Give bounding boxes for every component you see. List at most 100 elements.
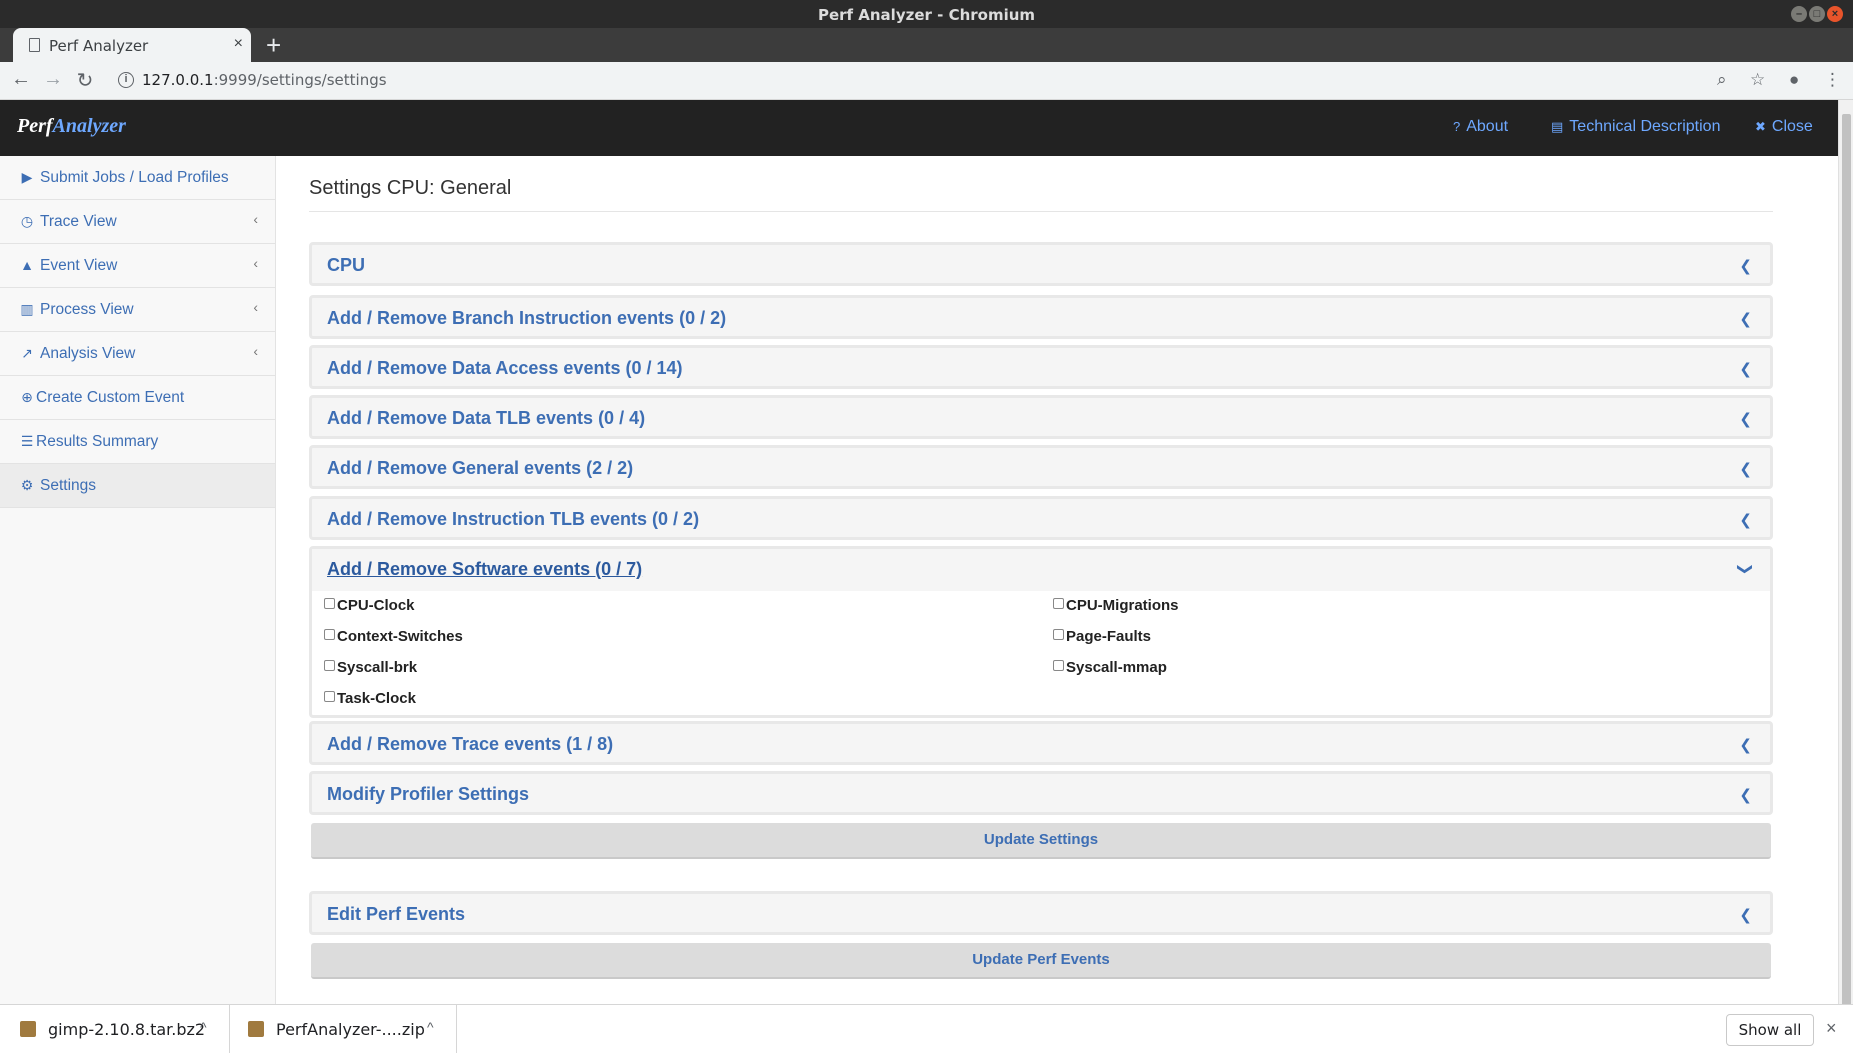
panel-data-access-events[interactable]: Add / Remove Data Access events (0 / 14)… [309,345,1773,389]
checkbox[interactable] [324,691,335,702]
area-chart-icon: ▲ [20,257,34,273]
update-settings-button[interactable]: Update Settings [311,823,1771,859]
checkbox[interactable] [324,660,335,671]
about-label: About [1466,118,1509,135]
panel-title: Add / Remove General events (2 / 2) [327,458,634,478]
sidebar-item-label: Event View [40,257,118,274]
window-title: Perf Analyzer - Chromium [817,6,1036,24]
checkbox[interactable] [1053,629,1064,640]
panel-title: Modify Profiler Settings [327,784,530,804]
page-title: Settings CPU: General [309,177,512,199]
sidebar-item-analysis-view[interactable]: ↗ Analysis View ‹ [0,332,275,376]
sidebar-item-results-summary[interactable]: ☰ Results Summary [0,420,275,464]
sidebar-item-create-custom-event[interactable]: ⊕ Create Custom Event [0,376,275,420]
checkbox-label: CPU-Migrations [1066,597,1179,614]
sidebar-item-trace-view[interactable]: ◷ Trace View ‹ [0,200,275,244]
panel-edit-perf-events[interactable]: Edit Perf Events ❮ [309,891,1773,935]
checkbox-syscall-brk[interactable]: Syscall-brk [324,659,417,676]
sidebar-item-submit-jobs[interactable]: ▶ Submit Jobs / Load Profiles [0,156,275,200]
chevron-left-icon: ‹ [253,255,258,271]
checkbox[interactable] [1053,660,1064,671]
checkbox-task-clock[interactable]: Task-Clock [324,690,416,707]
download-item[interactable]: PerfAnalyzer-....zip ^ [230,1005,457,1053]
window-close-button[interactable]: × [1827,6,1843,22]
checkbox-label: CPU-Clock [337,597,415,614]
new-tab-button[interactable]: + [266,30,281,61]
chevron-left-icon: ‹ [253,343,258,359]
panel-branch-instruction-events[interactable]: Add / Remove Branch Instruction events (… [309,295,1773,339]
chevron-left-icon: ❮ [1739,512,1752,529]
checkbox[interactable] [324,629,335,640]
checkbox-cpu-migrations[interactable]: CPU-Migrations [1053,597,1179,614]
main-content: Settings CPU: General CPU ❮ Add / Remove… [277,156,1838,1004]
back-button[interactable]: ← [8,68,34,91]
checkbox-syscall-mmap[interactable]: Syscall-mmap [1053,659,1167,676]
window-maximize-button[interactable]: □ [1809,6,1825,22]
browser-menu-icon[interactable]: ⋮ [1824,70,1841,90]
sidebar-item-settings[interactable]: ⚙ Settings [0,464,275,508]
sidebar-item-event-view[interactable]: ▲ Event View ‹ [0,244,275,288]
panel-cpu[interactable]: CPU ❮ [309,242,1773,286]
tab-title: Perf Analyzer [49,37,149,55]
window-titlebar: Perf Analyzer - Chromium – □ × [0,0,1853,28]
panel-title: CPU [327,255,366,275]
download-item[interactable]: gimp-2.10.8.tar.bz2 ^ [0,1005,230,1053]
bar-chart-icon: ▥ [20,301,34,317]
panel-header[interactable]: Add / Remove Software events (0 / 7) ❯ [312,549,1770,591]
forward-button[interactable]: → [40,68,66,91]
sidebar-item-label: Process View [40,301,134,318]
chevron-left-icon: ‹ [253,299,258,315]
sidebar-item-label: Analysis View [40,345,136,362]
close-icon[interactable]: × [1826,1018,1837,1039]
zoom-icon[interactable]: ⌕ [1717,70,1727,90]
technical-description-link[interactable]: ▤ Technical Description [1551,118,1720,136]
checkbox-page-faults[interactable]: Page-Faults [1053,628,1151,645]
chevron-up-icon[interactable]: ^ [200,1019,207,1035]
panel-modify-profiler-settings[interactable]: Modify Profiler Settings ❮ [309,771,1773,815]
panel-title: Add / Remove Data TLB events (0 / 4) [327,408,646,428]
checkbox-context-switches[interactable]: Context-Switches [324,628,463,645]
update-perf-events-button[interactable]: Update Perf Events [311,943,1771,979]
checkbox-label: Task-Clock [337,690,416,707]
browser-tab[interactable]: Perf Analyzer × [13,28,251,62]
chevron-left-icon: ❮ [1739,461,1752,478]
checkbox-label: Syscall-brk [337,659,418,676]
play-icon: ▶ [21,169,33,185]
checkbox-cpu-clock[interactable]: CPU-Clock [324,597,415,614]
chevron-up-icon[interactable]: ^ [427,1019,434,1035]
account-icon[interactable]: ● [1789,70,1799,90]
scrollbar-thumb[interactable] [1842,114,1851,1024]
panel-trace-events[interactable]: Add / Remove Trace events (1 / 8) ❮ [309,721,1773,765]
chevron-left-icon: ❮ [1739,258,1752,275]
show-all-downloads-button[interactable]: Show all [1726,1014,1814,1046]
checkbox-label: Context-Switches [337,628,463,645]
checkbox[interactable] [324,598,335,609]
bookmark-star-icon[interactable]: ☆ [1750,70,1765,90]
line-chart-icon: ↗ [21,345,33,361]
checkbox-label: Syscall-mmap [1066,659,1167,676]
close-link[interactable]: ✖ Close [1755,118,1813,136]
checkbox[interactable] [1053,598,1064,609]
checkbox-label: Page-Faults [1066,628,1152,645]
chevron-left-icon: ❮ [1739,311,1752,328]
about-link[interactable]: ? About [1453,118,1508,136]
panel-instruction-tlb-events[interactable]: Add / Remove Instruction TLB events (0 /… [309,496,1773,540]
download-shelf: gimp-2.10.8.tar.bz2 ^ PerfAnalyzer-....z… [0,1004,1853,1053]
panel-general-events[interactable]: Add / Remove General events (2 / 2) ❮ [309,445,1773,489]
close-label: Close [1771,118,1813,135]
panel-data-tlb-events[interactable]: Add / Remove Data TLB events (0 / 4) ❮ [309,395,1773,439]
page-scrollbar[interactable] [1838,100,1853,1024]
url-host: 127.0.0.1 [142,71,214,89]
window-minimize-button[interactable]: – [1791,6,1807,22]
sidebar-item-process-view[interactable]: ▥ Process View ‹ [0,288,275,332]
chevron-left-icon: ❮ [1739,737,1752,754]
brand-logo[interactable]: PerfAnalyzer [17,115,126,138]
reload-button[interactable]: ↻ [72,68,98,93]
app-navbar: PerfAnalyzer ? About ▤ Technical Descripti… [0,100,1838,156]
chevron-left-icon: ❮ [1739,907,1752,924]
address-bar[interactable]: 127.0.0.1:9999/settings/settings [142,71,387,89]
site-info-icon[interactable]: i [118,72,134,88]
tab-close-button[interactable]: × [234,35,243,53]
download-filename: gimp-2.10.8.tar.bz2 [48,1020,206,1039]
panel-title[interactable]: Add / Remove Software events (0 / 7) [327,559,642,580]
